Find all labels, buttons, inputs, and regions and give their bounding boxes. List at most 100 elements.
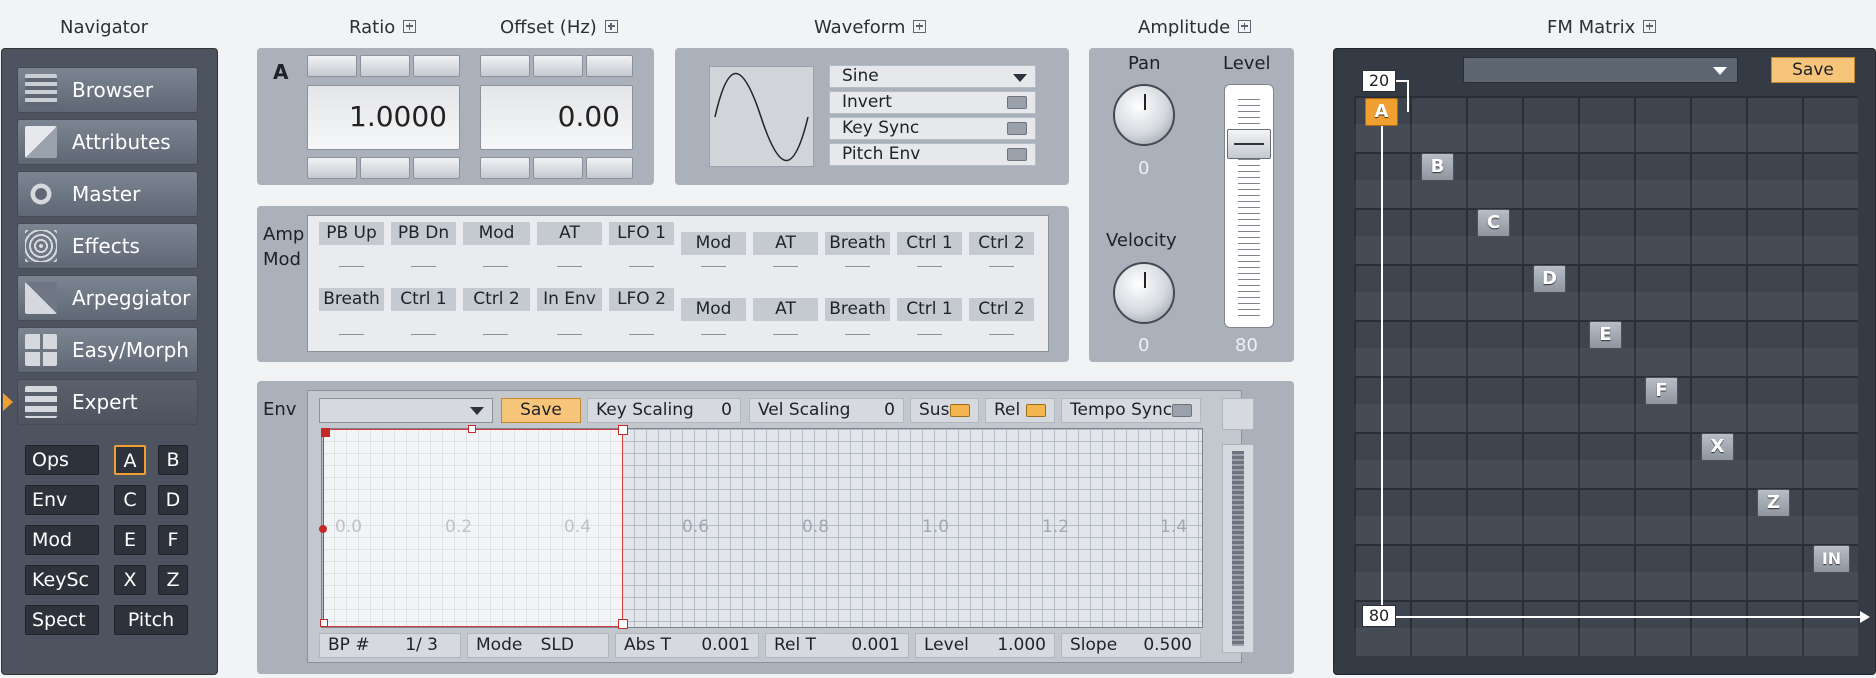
tempo-sync-toggle[interactable]: Tempo Sync (1061, 398, 1201, 423)
tab-env[interactable]: Env (25, 485, 99, 515)
level-slider-handle[interactable] (1227, 129, 1271, 159)
fm-feedback-value[interactable]: 20 (1362, 70, 1396, 92)
tab-spect[interactable]: Spect (25, 605, 99, 635)
offset-expand-icon[interactable] (604, 19, 618, 33)
vel-scaling-field[interactable]: Vel Scaling 0 (749, 398, 904, 423)
offset-step-up-2[interactable] (533, 55, 583, 77)
mode-field[interactable]: Mode SLD (467, 633, 609, 658)
nav-arpeggiator[interactable]: Arpeggiator (17, 275, 198, 321)
ampmod-mod[interactable]: Mod (463, 222, 530, 245)
ratio-value-display[interactable]: 1.0000 (307, 85, 460, 150)
nav-easy-morph[interactable]: Easy/Morph (17, 327, 198, 373)
ratio-step-up-2[interactable] (360, 55, 410, 77)
invert-checkbox[interactable] (1007, 96, 1027, 109)
fm-op-a[interactable]: A (1365, 98, 1398, 126)
ampmod-lfo1-ctrl2[interactable]: Ctrl 2 (969, 232, 1034, 255)
waveform-expand-icon[interactable] (913, 19, 927, 33)
nav-attributes[interactable]: Attributes (17, 119, 198, 165)
nav-op-f[interactable]: F (158, 525, 188, 555)
offset-step-down-1[interactable] (480, 157, 530, 179)
env-breakpoint-5[interactable] (320, 619, 328, 627)
fm-op-e[interactable]: E (1589, 321, 1622, 349)
offset-step-down-3[interactable] (586, 157, 633, 179)
nav-op-z[interactable]: Z (158, 565, 188, 595)
offset-value-display[interactable]: 0.00 (480, 85, 633, 150)
ampmod-lfo2-ctrl2[interactable]: Ctrl 2 (969, 298, 1034, 321)
nav-expert[interactable]: Expert (17, 379, 198, 425)
ampmod-ctrl1[interactable]: Ctrl 1 (391, 288, 456, 311)
nav-op-c[interactable]: C (114, 485, 146, 515)
key-sync-toggle[interactable]: Key Sync (829, 117, 1036, 140)
ratio-step-down-2[interactable] (360, 157, 410, 179)
env-preset-select[interactable] (319, 398, 493, 423)
tempo-sync-checkbox[interactable] (1172, 404, 1192, 417)
key-sync-checkbox[interactable] (1007, 122, 1027, 135)
slope-field[interactable]: Slope 0.500 (1061, 633, 1201, 658)
ampmod-lfo1[interactable]: LFO 1 (609, 222, 674, 245)
ampmod-lfo1-at[interactable]: AT (753, 232, 818, 255)
level-field[interactable]: Level 1.000 (915, 633, 1055, 658)
ampmod-lfo2[interactable]: LFO 2 (609, 288, 674, 311)
ratio-step-down-1[interactable] (307, 157, 357, 179)
ampmod-lfo1-ctrl1[interactable]: Ctrl 1 (897, 232, 962, 255)
ampmod-lfo2-at[interactable]: AT (753, 298, 818, 321)
invert-toggle[interactable]: Invert (829, 91, 1036, 114)
nav-effects[interactable]: Effects (17, 223, 198, 269)
bp-field[interactable]: BP #1/ 3 (319, 633, 461, 658)
abs-t-field[interactable]: Abs T 0.001 (615, 633, 759, 658)
amplitude-expand-icon[interactable] (1238, 19, 1252, 33)
level-slider-track[interactable] (1224, 84, 1274, 328)
nav-op-b[interactable]: B (158, 445, 188, 475)
fm-op-f[interactable]: F (1645, 377, 1678, 405)
ampmod-in-env[interactable]: In Env (537, 288, 602, 311)
env-breakpoint-4[interactable] (618, 619, 628, 629)
offset-step-up-3[interactable] (586, 55, 633, 77)
fm-output-value[interactable]: 80 (1362, 605, 1396, 627)
env-zoom-slider[interactable] (1222, 444, 1254, 653)
rel-checkbox[interactable] (1026, 404, 1046, 417)
env-lock-icon[interactable] (1222, 398, 1254, 430)
rel-t-field[interactable]: Rel T 0.001 (765, 633, 909, 658)
offset-step-down-2[interactable] (533, 157, 583, 179)
fm-op-c[interactable]: C (1477, 209, 1510, 237)
fm-op-b[interactable]: B (1421, 153, 1454, 181)
pan-knob[interactable] (1113, 84, 1175, 146)
ampmod-breath[interactable]: Breath (319, 288, 384, 311)
sus-checkbox[interactable] (950, 404, 970, 417)
offset-step-up-1[interactable] (480, 55, 530, 77)
ampmod-lfo2-ctrl1[interactable]: Ctrl 1 (897, 298, 962, 321)
tab-ops[interactable]: Ops (25, 445, 99, 475)
env-graph[interactable]: 0.0 0.2 0.4 0.6 0.8 1.0 1.2 1.4 (319, 425, 1203, 629)
nav-op-x[interactable]: X (114, 565, 146, 595)
ampmod-lfo2-mod[interactable]: Mod (681, 298, 746, 321)
ratio-expand-icon[interactable] (403, 19, 417, 33)
fm-preset-select[interactable] (1463, 57, 1738, 83)
waveform-shape-select[interactable]: Sine (829, 65, 1036, 88)
pitch-env-checkbox[interactable] (1007, 148, 1027, 161)
fm-op-in[interactable]: IN (1813, 545, 1850, 573)
ampmod-at[interactable]: AT (537, 222, 602, 245)
env-breakpoint-1[interactable] (321, 428, 330, 437)
env-breakpoint-3[interactable] (618, 425, 628, 435)
fm-matrix-expand-icon[interactable] (1643, 19, 1657, 33)
ampmod-lfo1-breath[interactable]: Breath (825, 232, 890, 255)
fm-op-z[interactable]: Z (1757, 489, 1790, 517)
env-breakpoint-handle[interactable] (319, 525, 327, 533)
ratio-step-down-3[interactable] (413, 157, 460, 179)
nav-browser[interactable]: Browser (17, 67, 198, 113)
ampmod-lfo2-breath[interactable]: Breath (825, 298, 890, 321)
nav-op-e[interactable]: E (114, 525, 146, 555)
ratio-step-up-3[interactable] (413, 55, 460, 77)
velocity-knob[interactable] (1113, 262, 1175, 324)
nav-op-a[interactable]: A (114, 445, 146, 475)
pitch-env-toggle[interactable]: Pitch Env (829, 143, 1036, 166)
ampmod-pb-up[interactable]: PB Up (319, 222, 384, 245)
ampmod-ctrl2[interactable]: Ctrl 2 (463, 288, 530, 311)
tab-pitch[interactable]: Pitch (114, 605, 188, 635)
fm-op-d[interactable]: D (1533, 265, 1566, 293)
fm-save-button[interactable]: Save (1771, 57, 1855, 83)
ampmod-pb-dn[interactable]: PB Dn (391, 222, 456, 245)
env-save-button[interactable]: Save (501, 398, 581, 423)
env-breakpoint-2[interactable] (468, 425, 476, 433)
tab-mod[interactable]: Mod (25, 525, 99, 555)
